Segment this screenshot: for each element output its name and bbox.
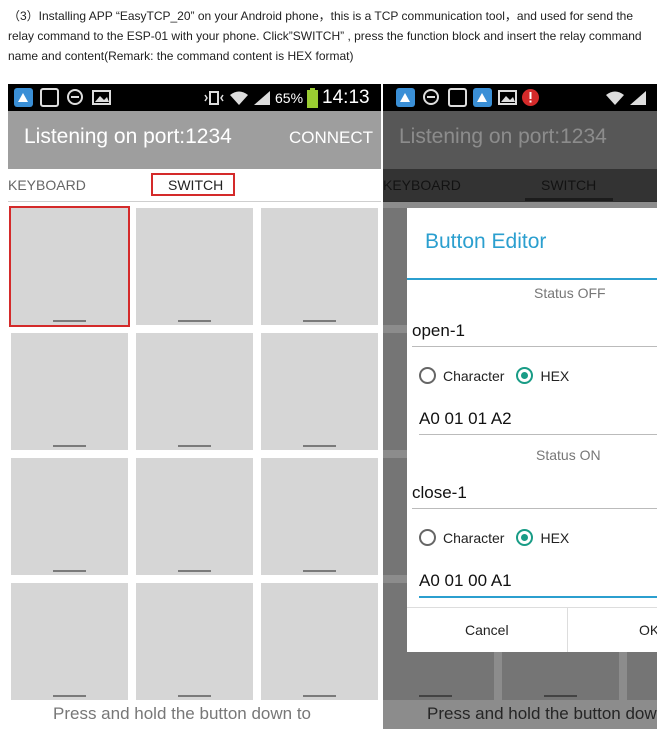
- photo-icon: [422, 88, 441, 107]
- photo-icon: [498, 88, 517, 107]
- switch-button[interactable]: [261, 208, 378, 325]
- off-character-radio[interactable]: [419, 367, 436, 384]
- photo-icon: [92, 88, 111, 107]
- on-character-label: Character: [443, 529, 505, 546]
- on-content-field[interactable]: A0 01 00 A1: [419, 566, 657, 598]
- off-hex-radio[interactable]: [516, 367, 534, 384]
- photo-icon: [66, 88, 85, 107]
- battery-level: 65%: [275, 89, 304, 106]
- switch-button[interactable]: [261, 333, 378, 450]
- switch-button[interactable]: [9, 206, 130, 327]
- on-hex-label: HEX: [540, 529, 570, 546]
- switch-button[interactable]: [261, 458, 378, 575]
- status-clock: 14:13: [322, 86, 370, 108]
- on-mode-group: Character HEX: [419, 529, 569, 546]
- switch-button[interactable]: [11, 458, 128, 575]
- button-editor-dialog: Button Editor Status OFF open-1 Characte…: [407, 208, 657, 652]
- switch-button[interactable]: [136, 583, 253, 700]
- signal-icon: [253, 90, 271, 106]
- switch-button[interactable]: [11, 333, 128, 450]
- phone-screen-left: 65% 14:13 Listening on port:1234 CONNECT…: [8, 84, 381, 729]
- dialog-title: Button Editor: [425, 230, 547, 253]
- status-off-label: Status OFF: [534, 285, 606, 301]
- ok-button[interactable]: OK: [639, 608, 657, 652]
- on-hex-radio[interactable]: [516, 529, 534, 546]
- off-mode-group: Character HEX: [419, 367, 569, 384]
- signal-icon: [629, 90, 647, 106]
- off-name-field[interactable]: open-1: [412, 316, 657, 347]
- instruction-caption: （3）Installing APP “EasyTCP_20” on your A…: [8, 6, 653, 66]
- switch-button[interactable]: [136, 458, 253, 575]
- dialog-actions-divider: [567, 608, 568, 652]
- tab-keyboard[interactable]: KEYBOARD: [8, 177, 86, 193]
- caption-line-2: relay command to the ESP-01 with your ph…: [8, 29, 642, 43]
- app-title: Listening on port:1234: [24, 125, 232, 148]
- connect-button[interactable]: CONNECT: [289, 128, 373, 148]
- app-launcher-icon: [396, 88, 415, 107]
- off-hex-label: HEX: [540, 367, 570, 384]
- on-character-radio[interactable]: [419, 529, 436, 546]
- switch-button[interactable]: [261, 583, 378, 700]
- off-character-label: Character: [443, 367, 505, 384]
- cancel-button[interactable]: Cancel: [465, 608, 509, 652]
- app-bar: Listening on port:1234 CONNECT: [8, 111, 381, 169]
- battery-icon: [307, 87, 319, 108]
- square-icon: [40, 88, 59, 107]
- switch-button[interactable]: [136, 333, 253, 450]
- square-icon: [448, 88, 467, 107]
- dialog-actions: Cancel OK: [407, 607, 657, 652]
- status-bar: 65% 14:13: [8, 84, 381, 111]
- wifi-icon: [229, 90, 249, 106]
- switch-tab-highlight: [151, 173, 235, 196]
- app-launcher-icon: [473, 88, 492, 107]
- off-content-field[interactable]: A0 01 01 A2: [419, 404, 657, 435]
- phone-screen-right: Listening on port:1234 KEYBOARD SWITCH P…: [383, 84, 657, 729]
- switch-button[interactable]: [11, 583, 128, 700]
- caption-line-3: name and content(Remark: the command con…: [8, 49, 354, 63]
- switch-button-grid: [9, 206, 378, 700]
- dialog-title-divider: [407, 278, 657, 280]
- alert-icon: [521, 88, 540, 107]
- switch-button[interactable]: [136, 208, 253, 325]
- status-bar: [383, 84, 657, 111]
- on-name-field[interactable]: close-1: [412, 478, 657, 509]
- hint-text: Press and hold the button down to: [53, 704, 312, 723]
- vibrate-icon: [203, 90, 225, 106]
- wifi-icon: [605, 90, 625, 106]
- status-on-label: Status ON: [536, 447, 601, 463]
- caption-line-1: （3）Installing APP “EasyTCP_20” on your A…: [8, 9, 634, 23]
- app-launcher-icon: [14, 88, 33, 107]
- tab-bar: KEYBOARD SWITCH: [8, 169, 381, 202]
